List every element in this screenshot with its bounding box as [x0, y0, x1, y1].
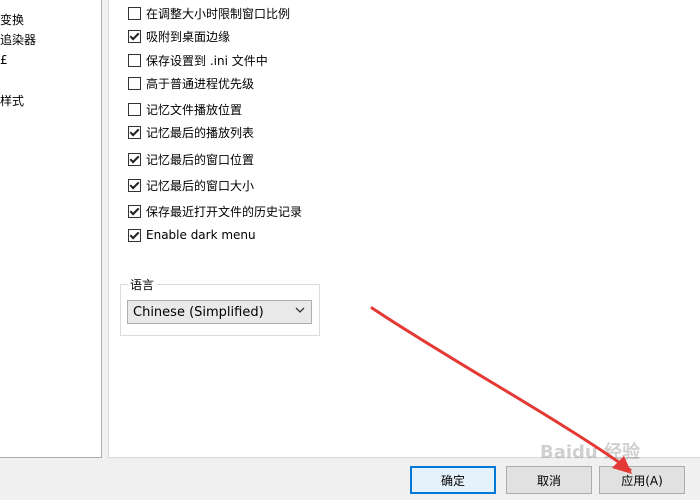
option-remember-playlist[interactable]: 记忆最后的播放列表	[128, 124, 254, 140]
nav-item-transform[interactable]: 变换	[0, 12, 24, 28]
option-remember-window-size[interactable]: 记忆最后的窗口大小	[128, 177, 254, 193]
nav-item-renderer[interactable]: 追染器	[0, 32, 36, 48]
checkbox[interactable]	[128, 6, 141, 20]
option-label: 记忆最后的播放列表	[146, 125, 255, 140]
checkbox[interactable]	[128, 152, 141, 166]
checkbox[interactable]	[128, 204, 141, 218]
option-save-history[interactable]: 保存最近打开文件的历史记录	[128, 203, 302, 219]
cancel-button[interactable]: 取消	[506, 466, 592, 494]
option-remember-window-pos[interactable]: 记忆最后的窗口位置	[128, 151, 254, 167]
option-label: 记忆文件播放位置	[146, 102, 243, 117]
apply-button[interactable]: 应用(A)	[599, 466, 685, 494]
option-save-ini[interactable]: 保存设置到 .ini 文件中	[128, 52, 268, 68]
option-label: 在调整大小时限制窗口比例	[146, 6, 291, 21]
checkbox[interactable]	[128, 178, 141, 192]
ok-button[interactable]: 确定	[410, 466, 496, 494]
checkbox[interactable]	[128, 53, 141, 67]
checkbox[interactable]	[128, 125, 141, 139]
checkbox[interactable]	[128, 102, 141, 116]
checkbox[interactable]	[128, 228, 141, 242]
language-select[interactable]: Chinese (Simplified)	[127, 300, 312, 324]
chevron-down-icon	[295, 307, 305, 313]
language-selected-value: Chinese (Simplified)	[133, 304, 264, 320]
option-limit-aspect-ratio[interactable]: 在调整大小时限制窗口比例	[128, 5, 290, 21]
option-label: 记忆最后的窗口位置	[146, 152, 255, 167]
option-remember-position[interactable]: 记忆文件播放位置	[128, 101, 242, 117]
option-snap-to-edges[interactable]: 吸附到桌面边缘	[128, 28, 230, 44]
baidu-watermark: Baidu 经验	[540, 442, 641, 463]
option-label: 高于普通进程优先级	[146, 76, 255, 91]
option-high-priority[interactable]: 高于普通进程优先级	[128, 75, 254, 91]
option-label: Enable dark menu	[146, 228, 256, 242]
language-group-label: 语言	[128, 276, 157, 293]
nav-item-misc[interactable]: £	[0, 52, 8, 68]
option-label: 吸附到桌面边缘	[146, 29, 231, 44]
option-dark-menu[interactable]: Enable dark menu	[128, 227, 256, 243]
option-label: 保存最近打开文件的历史记录	[146, 204, 303, 219]
nav-item-style[interactable]: 样式	[0, 93, 24, 109]
option-label: 保存设置到 .ini 文件中	[146, 53, 268, 68]
left-nav-panel: 变换 追染器 £ 样式	[0, 0, 102, 458]
option-label: 记忆最后的窗口大小	[146, 178, 255, 193]
checkbox[interactable]	[128, 29, 141, 43]
checkbox[interactable]	[128, 76, 141, 90]
